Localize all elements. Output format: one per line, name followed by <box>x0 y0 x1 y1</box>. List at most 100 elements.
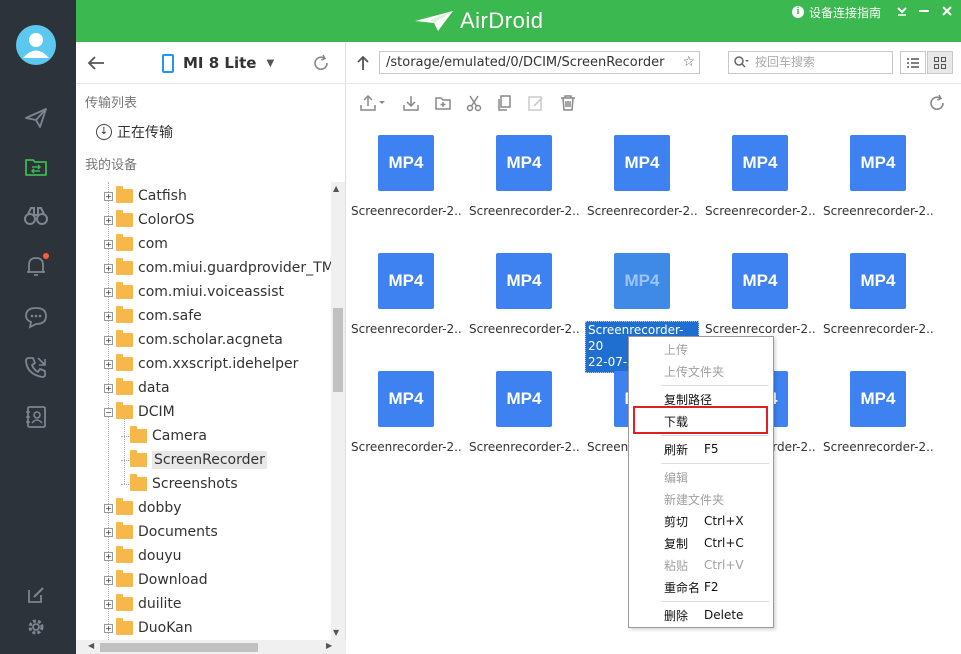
connection-guide-link[interactable]: i 设备连接指南 <box>792 3 881 21</box>
file-item[interactable]: MP4 Screenrecorder-2... <box>347 371 465 461</box>
tree-vertical-scrollbar[interactable]: ▲ ▼ <box>331 182 345 640</box>
tree-node[interactable]: + data <box>104 376 170 400</box>
expand-icon[interactable]: + <box>104 575 113 585</box>
search-input[interactable]: 按回车搜索 <box>728 51 893 74</box>
nav-edit[interactable] <box>20 579 52 611</box>
tree-node-label: DCIM <box>138 404 175 420</box>
download-button[interactable] <box>402 94 420 112</box>
file-item[interactable]: MP4 Screenrecorder-2... <box>347 253 465 343</box>
back-button[interactable] <box>86 54 106 72</box>
expand-icon[interactable]: + <box>104 311 113 321</box>
expand-icon[interactable]: + <box>104 527 113 537</box>
scroll-up-icon[interactable]: ▲ <box>333 184 339 193</box>
context-menu-item[interactable]: 删除 Delete <box>629 604 773 626</box>
my-devices-heading: 我的设备 <box>85 158 138 173</box>
context-menu-item[interactable]: 刷新 F5 <box>629 438 773 460</box>
grid-view-button[interactable] <box>927 51 953 74</box>
tree-connector <box>121 435 129 437</box>
list-view-button[interactable] <box>900 51 926 74</box>
scroll-thumb[interactable] <box>333 308 343 392</box>
collapse-icon[interactable]: − <box>104 407 113 417</box>
file-item[interactable]: MP4 Screenrecorder-2... <box>347 135 465 225</box>
context-menu-item[interactable]: 重命名 F2 <box>629 576 773 598</box>
tree-horizontal-scrollbar[interactable]: ◀ ▶ <box>76 640 346 654</box>
file-item[interactable]: MP4 Screenrecorder-2... <box>819 253 937 343</box>
expand-icon[interactable]: + <box>104 503 113 513</box>
file-item[interactable]: MP4 Screenrecorder-2... <box>465 371 583 461</box>
menu-dropdown-button[interactable] <box>893 2 911 20</box>
file-item[interactable]: MP4 Screenrecorder-2... <box>465 253 583 343</box>
tree-node[interactable]: + com.xxscript.idehelper <box>104 352 298 376</box>
expand-icon[interactable]: + <box>104 191 113 201</box>
scroll-left-icon[interactable]: ◀ <box>88 641 94 650</box>
tree-node[interactable]: ScreenRecorder <box>121 448 267 472</box>
expand-icon[interactable]: + <box>104 215 113 225</box>
menu-item-label: 复制路径 <box>664 392 713 407</box>
expand-icon[interactable]: + <box>104 551 113 561</box>
file-item[interactable]: MP4 Screenrecorder-2... <box>819 371 937 461</box>
expand-icon[interactable]: + <box>104 263 113 273</box>
file-item[interactable]: MP4Screenrecorder-2022-07-289 <box>583 253 701 373</box>
file-item[interactable]: MP4 Screenrecorder-2... <box>465 135 583 225</box>
refresh-files-button[interactable] <box>928 94 946 112</box>
cut-button[interactable] <box>465 94 483 112</box>
tree-node[interactable]: + DuoKan <box>104 616 193 640</box>
file-item[interactable]: MP4 Screenrecorder-2... <box>583 135 701 225</box>
tree-node[interactable]: + com.miui.guardprovider_TMI <box>104 256 331 280</box>
avatar[interactable] <box>16 25 56 65</box>
folder-icon <box>130 426 147 443</box>
copy-button[interactable] <box>495 94 513 112</box>
transferring-item[interactable]: ↓ 正在传输 <box>96 122 173 142</box>
expand-icon[interactable]: + <box>104 623 113 633</box>
tree-node[interactable]: Camera <box>121 424 207 448</box>
tree-node[interactable]: Screenshots <box>121 472 238 496</box>
expand-icon[interactable]: + <box>104 383 113 393</box>
tree-node[interactable]: + Documents <box>104 520 218 544</box>
tree-node[interactable]: + Download <box>104 568 208 592</box>
context-menu-item[interactable]: 剪切 Ctrl+X <box>629 510 773 532</box>
expand-icon[interactable]: + <box>104 599 113 609</box>
file-item[interactable]: MP4 Screenrecorder-2... <box>701 135 819 225</box>
expand-icon[interactable]: + <box>104 335 113 345</box>
tree-node[interactable]: + douyu <box>104 544 181 568</box>
tree-node[interactable]: + com <box>104 232 168 256</box>
tree-node[interactable]: + com.scholar.acgneta <box>104 328 283 352</box>
upload-button[interactable] <box>359 94 387 112</box>
nav-messages[interactable] <box>20 301 52 333</box>
nav-calls[interactable] <box>20 351 52 383</box>
device-refresh-button[interactable] <box>312 54 330 72</box>
close-button[interactable] <box>938 2 956 20</box>
expand-icon[interactable]: + <box>104 359 113 369</box>
star-icon[interactable]: ☆ <box>682 52 695 73</box>
up-folder-button[interactable] <box>355 54 371 72</box>
path-input[interactable]: /storage/emulated/0/DCIM/ScreenRecorder … <box>379 51 700 74</box>
new-folder-button[interactable] <box>434 94 452 112</box>
tree-node-label: duilite <box>138 596 182 612</box>
tree-node[interactable]: + Catfish <box>104 184 187 208</box>
tree-node[interactable]: + ColorOS <box>104 208 194 232</box>
context-menu: 上传 上传文件夹 复制路径 下载 刷新 F5 编辑 新建文件夹 剪切 Ctrl+X 复制 Ctrl+C… <box>628 336 774 628</box>
nav-files[interactable] <box>20 151 52 183</box>
minimize-button[interactable] <box>915 2 933 20</box>
nav-send[interactable] <box>20 102 52 134</box>
nav-settings[interactable] <box>20 611 52 643</box>
tree-node[interactable]: + duilite <box>104 592 182 616</box>
delete-button[interactable] <box>559 94 577 112</box>
context-menu-item[interactable]: 复制 Ctrl+C <box>629 532 773 554</box>
nav-contacts[interactable] <box>20 401 52 433</box>
scroll-right-icon[interactable]: ▶ <box>326 641 332 650</box>
expand-icon[interactable]: + <box>104 287 113 297</box>
device-selector[interactable]: MI 8 Lite ▼ <box>162 51 274 75</box>
h-scroll-thumb[interactable] <box>100 643 258 652</box>
scroll-down-icon[interactable]: ▼ <box>333 628 339 637</box>
expand-icon[interactable]: + <box>104 239 113 249</box>
tree-node[interactable]: + com.miui.voiceassist <box>104 280 284 304</box>
tree-node[interactable]: + dobby <box>104 496 182 520</box>
edit-button[interactable] <box>527 94 545 112</box>
file-item[interactable]: MP4 Screenrecorder-2... <box>701 253 819 343</box>
nav-notifications[interactable] <box>20 250 52 282</box>
file-item[interactable]: MP4 Screenrecorder-2... <box>819 135 937 225</box>
nav-binoculars[interactable] <box>20 200 52 232</box>
tree-node[interactable]: − DCIM <box>104 400 175 424</box>
tree-node[interactable]: + com.safe <box>104 304 202 328</box>
